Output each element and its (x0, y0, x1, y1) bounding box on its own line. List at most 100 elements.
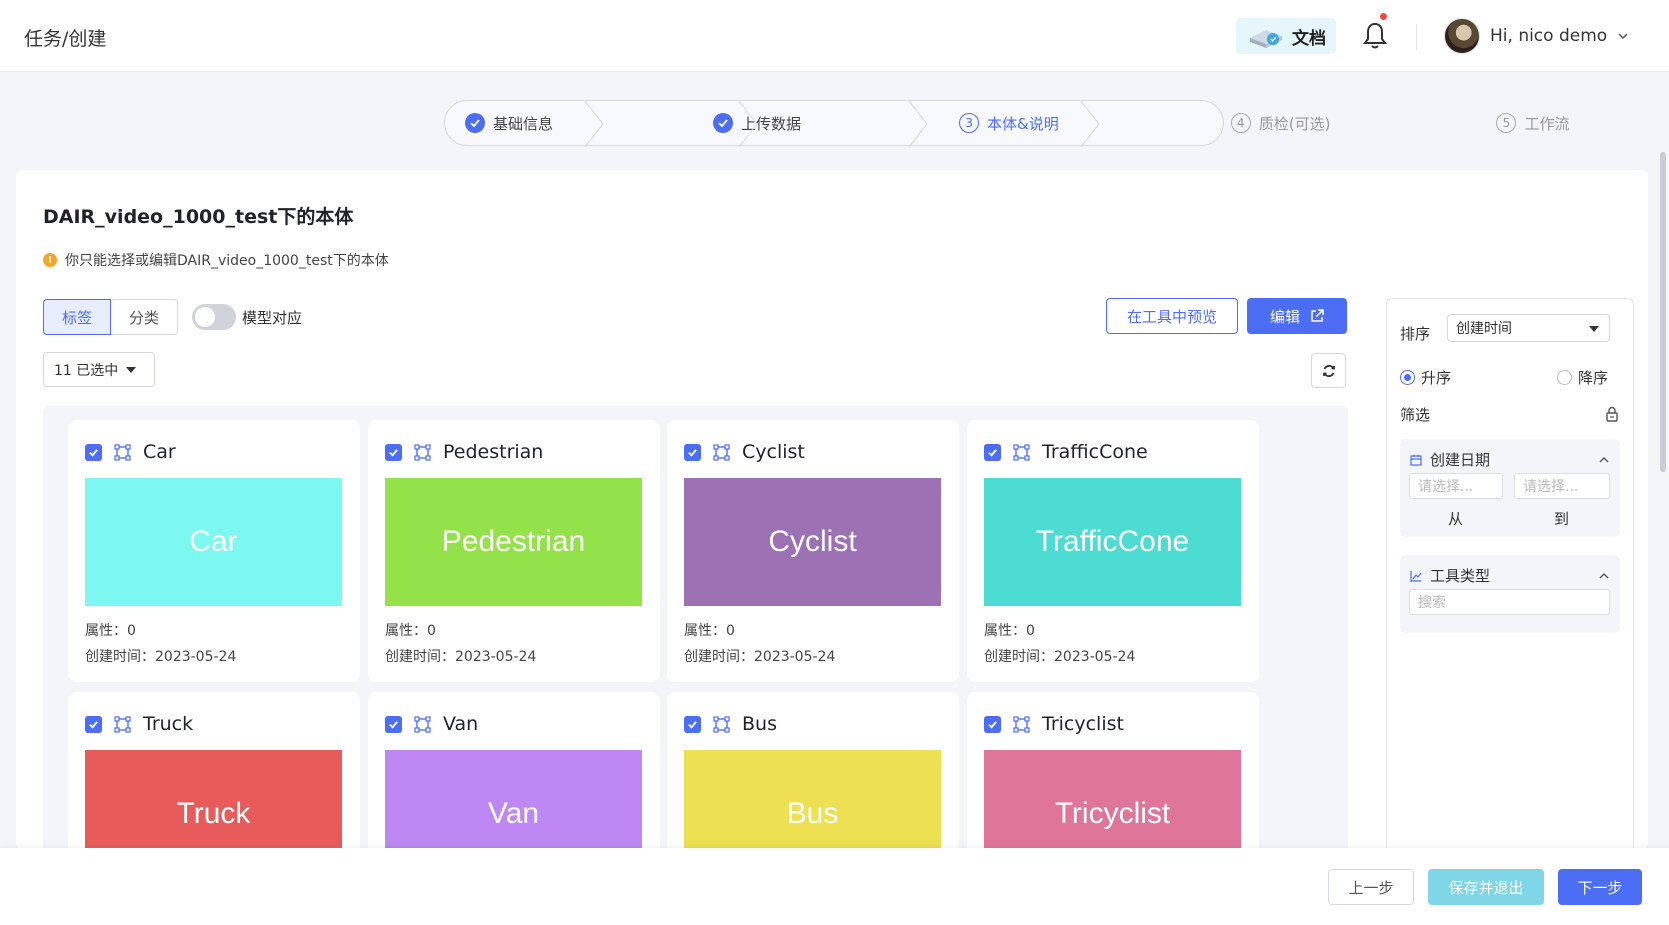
card-color-swatch: Truck (85, 750, 342, 850)
toggle-label: 模型对应 (242, 308, 303, 327)
date-filter-label: 创建日期 (1430, 451, 1491, 469)
card-checkbox[interactable] (85, 715, 102, 733)
tool-type-label: 工具类型 (1430, 567, 1491, 585)
tab-classification[interactable]: 分类 (111, 299, 179, 335)
step-basic-info[interactable]: 基础信息 (465, 100, 553, 146)
card-color-swatch: Bus (684, 750, 941, 850)
filter-label: 筛选 (1400, 406, 1431, 424)
ontology-panel: DAIR_video_1000_test下的本体 ! 你只能选择或编辑DAIR_… (16, 170, 1648, 850)
tab-label[interactable]: 标签 (43, 299, 112, 335)
step-number: 5 (1496, 113, 1517, 133)
footer-bar: 上一步 保存并退出 下一步 (0, 848, 1669, 925)
step-workflow[interactable]: 5 工作流 (1496, 100, 1569, 146)
desc-label: 降序 (1578, 369, 1609, 387)
next-step-button[interactable]: 下一步 (1558, 869, 1642, 905)
step-separator (907, 100, 929, 148)
card-attribute-count: 属性：0 (984, 623, 1035, 639)
date-to-input[interactable]: 请选择... (1514, 473, 1610, 499)
asc-label: 升序 (1421, 369, 1452, 387)
ontology-card[interactable]: TrafficCone TrafficCone 属性：0 创建时间：2023-05-2… (967, 420, 1259, 682)
step-label: 工作流 (1524, 114, 1570, 133)
sort-desc-radio[interactable]: 降序 (1557, 367, 1608, 388)
card-checkbox[interactable] (85, 443, 102, 461)
sort-select[interactable]: 创建时间 (1447, 314, 1610, 342)
step-separator (737, 100, 759, 148)
tip-text: 你只能选择或编辑DAIR_video_1000_test下的本体 (65, 253, 389, 269)
type-tabs: 标签 分类 (43, 299, 179, 335)
step-label: 本体&说明 (987, 114, 1059, 133)
card-header: TrafficCone (984, 441, 1148, 463)
card-checkbox[interactable] (684, 715, 701, 733)
step-progress: 基础信息 上传数据 3 本体&说明 4 质检(可选) 5 工作流 (444, 100, 1569, 148)
tool-type-filter-header[interactable]: 工具类型 (1410, 565, 1490, 586)
check-icon (988, 720, 997, 729)
date-from-input[interactable]: 请选择... (1409, 473, 1503, 499)
caret-down-icon (126, 366, 137, 373)
step-label: 质检(可选) (1258, 114, 1331, 133)
ontology-card[interactable]: Cyclist Cyclist 属性：0 创建时间：2023-05-24 (667, 420, 959, 682)
page-title: DAIR_video_1000_test下的本体 (43, 206, 354, 228)
card-header: Tricyclist (984, 713, 1124, 735)
card-checkbox[interactable] (684, 443, 701, 461)
card-checkbox[interactable] (984, 443, 1001, 461)
step-number: 4 (1230, 113, 1251, 133)
date-filter-header[interactable]: 创建日期 (1410, 449, 1490, 470)
card-name: Bus (742, 713, 777, 735)
radio-dot (1557, 370, 1572, 385)
ontology-card[interactable]: Tricyclist Tricyclist (967, 692, 1259, 850)
chevron-down-icon[interactable] (1617, 30, 1629, 42)
card-name: Truck (143, 713, 194, 735)
top-header: 任务/创建 文档 Hi, nico demo (0, 0, 1669, 72)
docs-book-icon (1246, 22, 1286, 50)
edit-button[interactable]: 编辑 (1247, 298, 1347, 334)
card-attribute-count: 属性：0 (85, 623, 136, 639)
ontology-card-grid: Car Car 属性：0 创建时间：2023-05-24 Pedestrian Pedes… (43, 406, 1348, 850)
avatar[interactable] (1444, 18, 1480, 54)
page-scrollbar[interactable] (1660, 152, 1666, 472)
breadcrumb-item-task[interactable]: 任务 (24, 28, 62, 50)
docs-button[interactable]: 文档 (1236, 18, 1336, 54)
step-separator (583, 100, 605, 148)
model-mapping-toggle[interactable] (192, 304, 236, 330)
prev-step-button[interactable]: 上一步 (1328, 869, 1414, 905)
card-created-date: 创建时间：2023-05-24 (85, 649, 237, 665)
card-attribute-count: 属性：0 (385, 623, 436, 639)
ontology-card[interactable]: Van Van (368, 692, 660, 850)
bounding-box-icon (713, 443, 730, 461)
save-and-exit-button[interactable]: 保存并退出 (1428, 869, 1544, 905)
tool-type-filter-box: 工具类型 搜索 (1400, 555, 1620, 633)
bounding-box-icon (414, 715, 431, 733)
card-color-swatch: Van (385, 750, 642, 850)
tool-type-search-input[interactable]: 搜索 (1409, 589, 1610, 615)
ontology-card[interactable]: Bus Bus (667, 692, 959, 850)
chevron-up-icon[interactable] (1598, 453, 1610, 463)
step-ontology[interactable]: 3 本体&说明 (959, 100, 1059, 146)
card-checkbox[interactable] (984, 715, 1001, 733)
chevron-up-icon[interactable] (1598, 569, 1610, 579)
card-name: Van (443, 713, 479, 735)
refresh-button[interactable] (1311, 353, 1346, 388)
bounding-box-icon (713, 715, 730, 733)
bounding-box-icon (414, 443, 431, 461)
card-color-swatch: Cyclist (684, 478, 941, 606)
model-mapping-toggle-wrap: 模型对应 (192, 304, 302, 330)
check-icon (89, 448, 98, 457)
sort-asc-radio[interactable]: 升序 (1400, 367, 1451, 388)
lock-icon[interactable] (1605, 406, 1619, 422)
sort-value: 创建时间 (1456, 321, 1512, 337)
ontology-card[interactable]: Pedestrian Pedestrian 属性：0 创建时间：2023-05-24 (368, 420, 660, 682)
ontology-card[interactable]: Car Car 属性：0 创建时间：2023-05-24 (68, 420, 360, 682)
user-greeting[interactable]: Hi, nico demo (1490, 26, 1607, 46)
selected-count-dropdown[interactable]: 11 已选中 (43, 352, 155, 387)
step-quality-check[interactable]: 4 质检(可选) (1230, 100, 1331, 146)
preview-in-tool-button[interactable]: 在工具中预览 (1106, 298, 1238, 334)
notification-bell-icon[interactable] (1362, 20, 1388, 50)
step-number: 3 (959, 113, 980, 133)
card-name: TrafficCone (1042, 441, 1148, 463)
ontology-card[interactable]: Truck Truck (68, 692, 360, 850)
check-icon (688, 448, 697, 457)
card-checkbox[interactable] (385, 715, 402, 733)
chart-icon (1410, 570, 1422, 582)
card-checkbox[interactable] (385, 443, 402, 461)
radio-dot (1400, 370, 1415, 385)
